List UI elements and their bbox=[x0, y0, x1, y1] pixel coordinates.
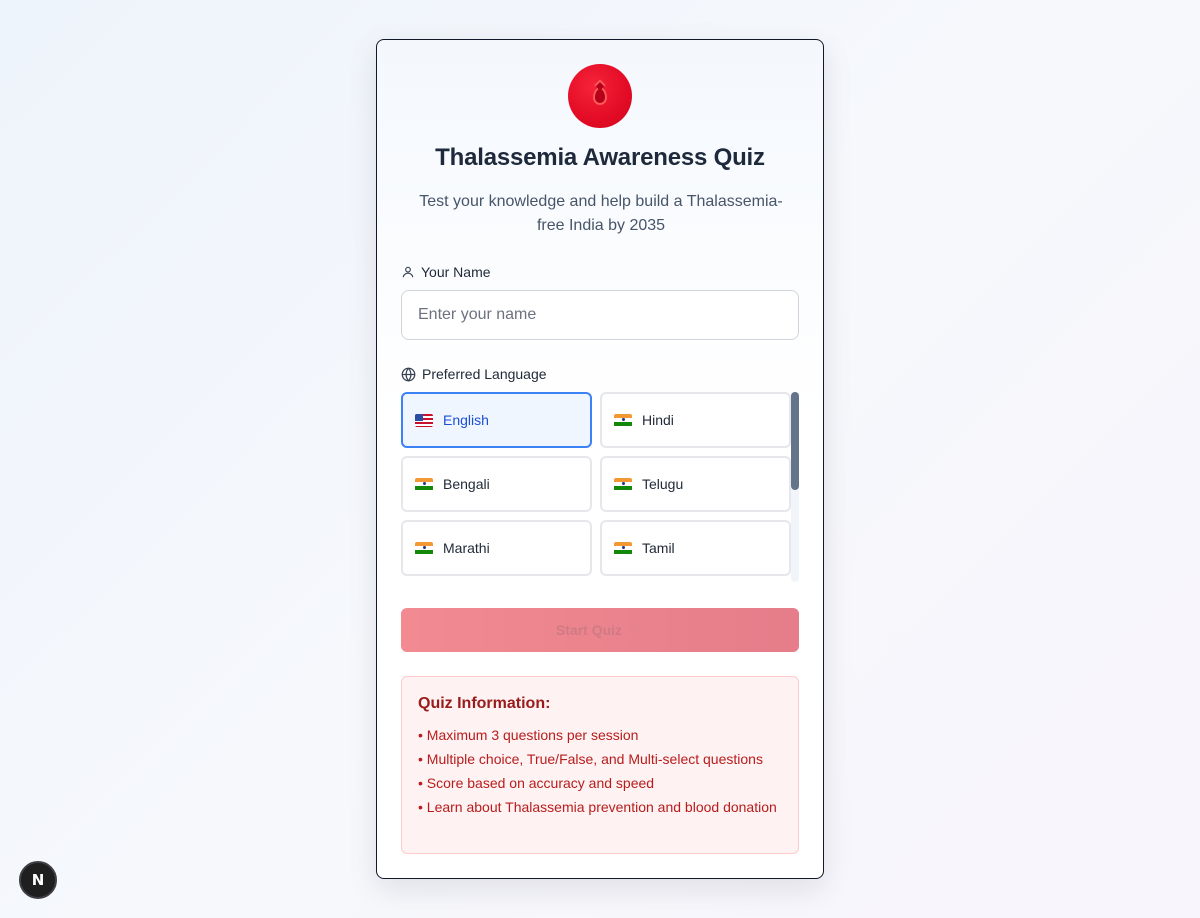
quiz-info-box: Quiz Information: • Maximum 3 questions … bbox=[401, 676, 799, 854]
language-option-label: Marathi bbox=[443, 540, 490, 556]
blood-drop-icon bbox=[593, 87, 607, 105]
name-input[interactable] bbox=[401, 290, 799, 340]
name-label-text: Your Name bbox=[421, 264, 491, 280]
page-title: Thalassemia Awareness Quiz bbox=[435, 144, 765, 171]
language-option-label: Telugu bbox=[642, 476, 684, 492]
language-option-label: Bengali bbox=[443, 476, 490, 492]
list-item: • Score based on accuracy and speed bbox=[418, 775, 655, 791]
india-flag-icon bbox=[614, 413, 632, 427]
language-option-label: Hindi bbox=[642, 412, 674, 428]
page-subtitle: Test your knowledge and help build a Tha… bbox=[419, 193, 783, 234]
language-option-marathi[interactable]: Marathi bbox=[401, 520, 592, 576]
globe-icon bbox=[401, 367, 416, 382]
india-flag-icon bbox=[614, 541, 632, 555]
india-flag-icon bbox=[415, 541, 433, 555]
list-item: • Learn about Thalassemia prevention and… bbox=[418, 799, 777, 815]
us-flag-icon bbox=[415, 413, 433, 427]
language-option-bengali[interactable]: Bengali bbox=[401, 456, 592, 512]
user-icon bbox=[402, 266, 414, 278]
language-option-label: English bbox=[443, 412, 489, 428]
logo bbox=[568, 64, 632, 128]
language-option-english[interactable]: English bbox=[401, 392, 592, 448]
list-item: • Multiple choice, True/False, and Multi… bbox=[418, 751, 763, 767]
language-option-telugu[interactable]: Telugu bbox=[600, 456, 791, 512]
language-option-hindi[interactable]: Hindi bbox=[600, 392, 791, 448]
nextjs-logo-icon: N bbox=[31, 871, 45, 889]
language-option-tamil[interactable]: Tamil bbox=[600, 520, 791, 576]
language-scrollbar[interactable] bbox=[791, 392, 799, 582]
scrollbar-thumb[interactable] bbox=[791, 392, 799, 490]
start-quiz-button[interactable]: Start Quiz bbox=[401, 608, 799, 652]
quiz-info-title: Quiz Information: bbox=[418, 695, 551, 712]
quiz-card: Thalassemia Awareness Quiz Test your kno… bbox=[376, 39, 824, 879]
india-flag-icon bbox=[415, 477, 433, 491]
language-label: Preferred Language bbox=[401, 366, 547, 382]
quiz-info-list: • Maximum 3 questions per session • Mult… bbox=[418, 725, 782, 817]
start-quiz-label: Start Quiz bbox=[555, 622, 623, 638]
dev-tools-button[interactable]: N bbox=[19, 861, 57, 899]
language-label-text: Preferred Language bbox=[422, 366, 547, 382]
language-option-label: Tamil bbox=[642, 540, 675, 556]
list-item: • Maximum 3 questions per session bbox=[418, 727, 639, 743]
india-flag-icon bbox=[614, 477, 632, 491]
name-label: Your Name bbox=[401, 264, 491, 280]
language-grid: English Hindi Bengali Telugu Marathi Tam… bbox=[401, 392, 801, 582]
arrow-right-icon bbox=[632, 626, 643, 634]
